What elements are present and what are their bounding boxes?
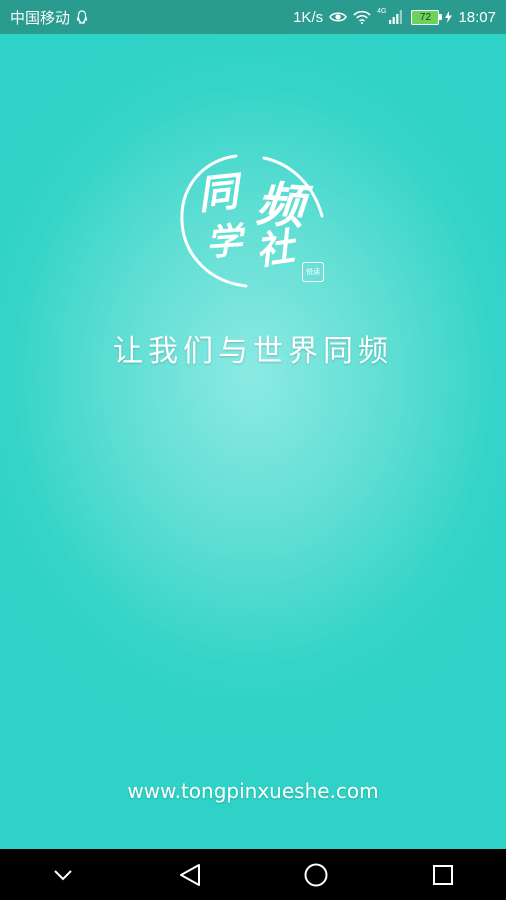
logo-char-pin: 频 — [254, 176, 306, 236]
eye-icon — [329, 11, 347, 23]
nav-home-button[interactable] — [286, 849, 346, 900]
carrier-name: 中国移动 — [10, 9, 71, 27]
qq-icon — [76, 10, 88, 24]
battery-indicator: 72 — [411, 9, 443, 25]
logo-char-tong: 同 — [195, 168, 241, 219]
app-logo: 同 频 学 社 悦读 — [176, 152, 332, 298]
nav-back-button[interactable] — [160, 849, 220, 900]
logo-seal: 悦读 — [302, 262, 324, 282]
charging-icon — [445, 11, 453, 23]
network-type: 4G — [377, 7, 387, 15]
network-speed: 1K/s — [293, 8, 324, 26]
back-triangle-icon — [179, 863, 200, 886]
logo-char-xue: 学 — [204, 219, 244, 265]
wifi-icon — [353, 10, 371, 24]
logo-char-she: 社 — [252, 223, 297, 274]
status-bar-right: 1K/s 4G 72 18:07 — [293, 7, 496, 26]
nav-hide-button[interactable] — [33, 849, 93, 900]
home-circle-icon — [304, 863, 328, 886]
website-url: www.tongpinxueshe.com — [127, 779, 379, 803]
nav-recents-button[interactable] — [413, 849, 473, 900]
navigation-bar — [0, 849, 506, 900]
recents-square-icon — [432, 864, 453, 885]
signal-icon — [389, 10, 403, 24]
slogan: 让我们与世界同频 — [113, 334, 393, 369]
battery-level: 72 — [419, 11, 432, 23]
status-bar: 中国移动 1K/s 4G 72 18:07 — [0, 0, 506, 34]
splash-screen: 同 频 学 社 悦读 让我们与世界同频 www.tongpinxueshe.co… — [0, 34, 506, 849]
chevron-down-icon — [54, 869, 72, 880]
clock: 18:07 — [458, 8, 496, 26]
status-bar-left: 中国移动 — [10, 7, 88, 28]
